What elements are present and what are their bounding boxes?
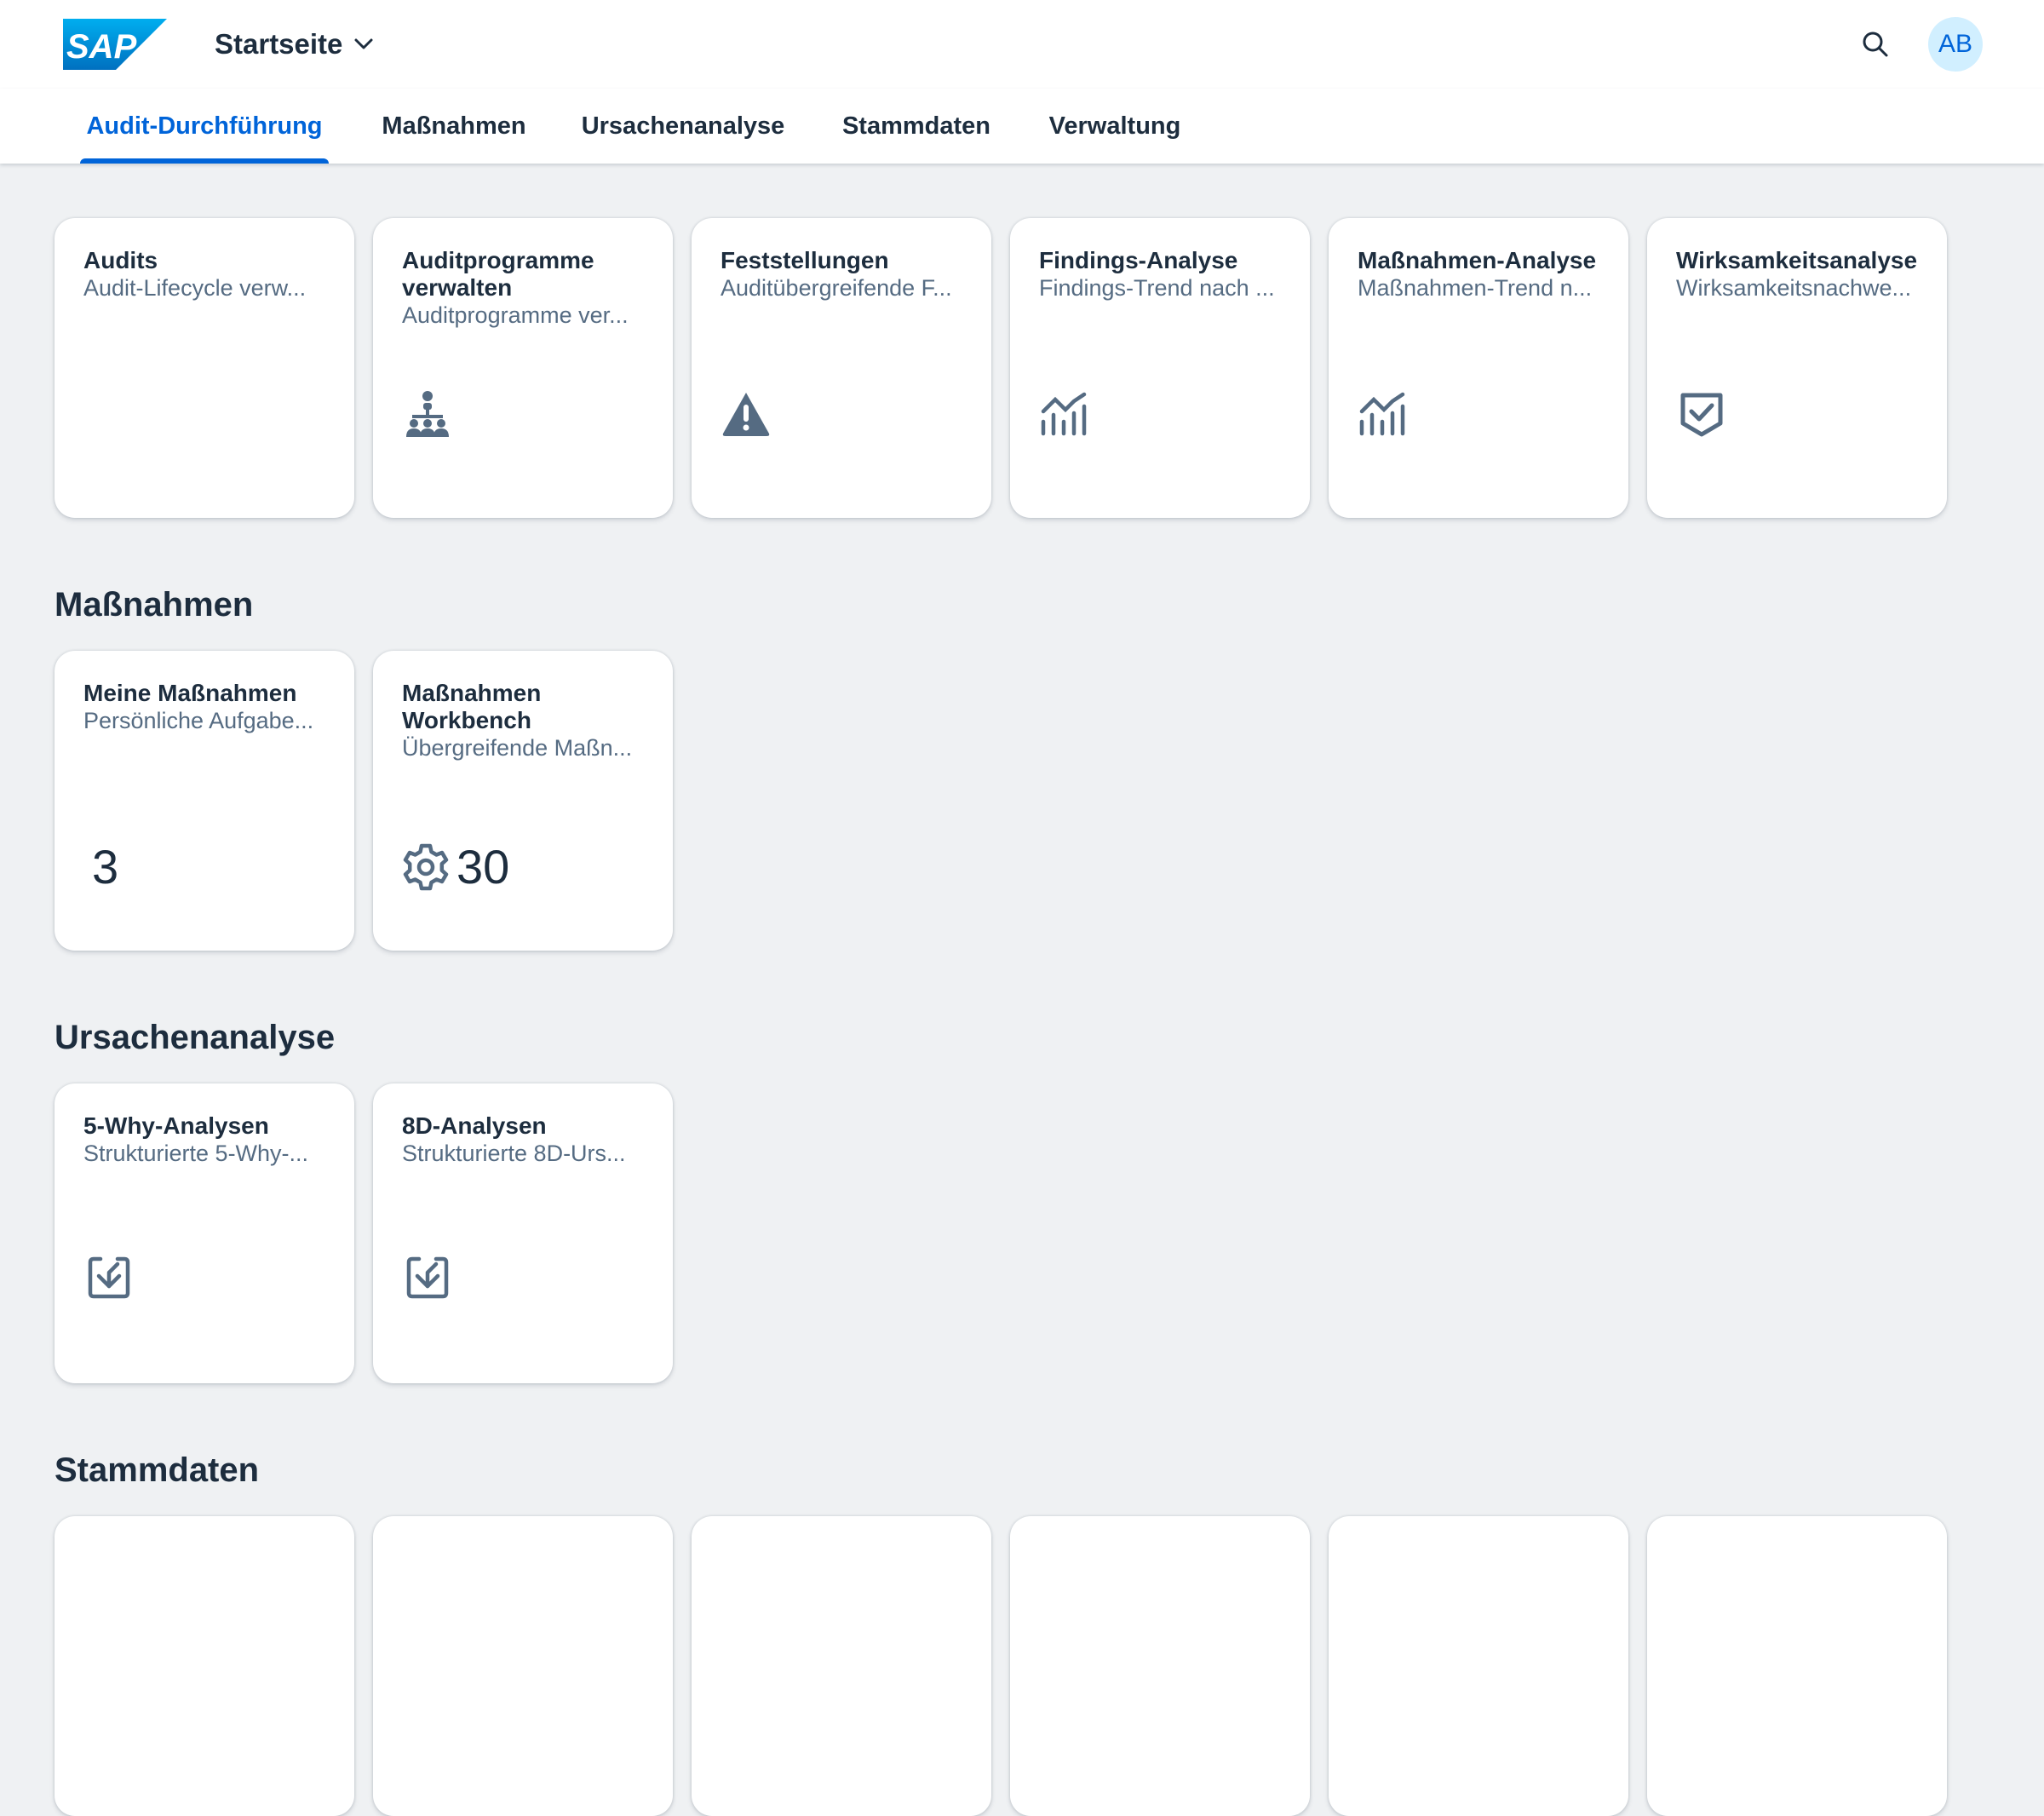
tile-auditprogramme[interactable]: Auditprogramme verwalten Auditprogramme … [373,218,673,518]
tile-title: 5-Why-Analysen [83,1112,269,1139]
sap-logo[interactable]: SAP [63,19,167,70]
tile-kpi: 30 [402,835,509,899]
tile-stammdaten-3[interactable] [692,1516,991,1816]
home-title-menu[interactable]: Startseite [215,27,373,61]
space-tab-bar: Audit-Durchführung Maßnahmen Ursachenana… [0,89,2044,164]
tile-stammdaten-4[interactable] [1010,1516,1310,1816]
search-button[interactable] [1857,26,1894,63]
kpi-value: 30 [456,840,510,894]
avatar-initials: AB [1938,30,1973,58]
section-title-ursachenanalyse: Ursachenanalyse [55,1019,336,1056]
tab-verwaltung[interactable]: Verwaltung [1046,89,1184,164]
tile-subtitle: Strukturierte 5-Why-... [83,1141,309,1166]
sap-logo-text: SAP [66,28,137,66]
section-title-massnahmen: Maßnahmen [55,586,254,624]
tile-subtitle: Findings-Trend nach ... [1039,275,1275,301]
search-icon [1863,32,1888,57]
trend-chart-icon [1358,388,1409,440]
tile-subtitle: Wirksamkeitsnachwe... [1676,275,1912,301]
tile-subtitle: Maßnahmen-Trend n... [1358,275,1593,301]
tile-8d-analysen[interactable]: 8D-Analysen Strukturierte 8D-Urs... [373,1083,673,1383]
tab-massnahmen[interactable]: Maßnahmen [378,89,530,164]
tab-ursachenanalyse[interactable]: Ursachenanalyse [581,89,785,164]
tile-title: Audits [83,247,158,273]
tile-stammdaten-2[interactable] [373,1516,673,1816]
tile-subtitle: Audit-Lifecycle verw... [83,275,307,301]
tab-label: Verwaltung [1048,112,1181,140]
tab-label: Stammdaten [841,112,991,140]
warning-icon [721,388,772,440]
tile-stammdaten-5[interactable] [1329,1516,1628,1816]
inbox-download-icon [402,1252,453,1303]
tile-title: Meine Maßnahmen [83,680,297,706]
tile-title: Findings-Analyse [1039,247,1238,273]
tab-label: Maßnahmen [382,112,526,140]
tab-stammdaten[interactable]: Stammdaten [840,89,993,164]
gear-icon [403,843,449,891]
tile-massnahmen-analyse[interactable]: Maßnahmen-Analyse Maßnahmen-Trend n... [1329,218,1628,518]
shield-check-icon [1676,388,1727,440]
shell-bar: SAP Startseite AB [0,0,2044,89]
kpi-value: 3 [92,840,119,894]
user-avatar[interactable]: AB [1928,17,1983,72]
tile-title: Wirksamkeitsanalyse [1676,247,1918,273]
tile-title: Maßnahmen Workbench [402,680,542,733]
page-content: Audits Audit-Lifecycle verw... Auditprog… [0,164,2044,1816]
tile-massnahmen-workbench[interactable]: Maßnahmen Workbench Übergreifende Maßn..… [373,651,673,951]
tile-subtitle: Auditübergreifende F... [721,275,952,301]
tile-5-why-analysen[interactable]: 5-Why-Analysen Strukturierte 5-Why-... [55,1083,354,1383]
tile-subtitle: Strukturierte 8D-Urs... [402,1141,626,1166]
tile-audits[interactable]: Audits Audit-Lifecycle verw... [55,218,354,518]
tab-audit-durchfuehrung[interactable]: Audit-Durchführung [80,89,329,164]
chevron-down-icon [354,38,373,49]
inbox-download-icon [83,1252,135,1303]
tab-label: Ursachenanalyse [581,112,785,140]
section-title-stammdaten: Stammdaten [55,1451,260,1489]
tile-wirksamkeitsanalyse[interactable]: Wirksamkeitsanalyse Wirksamkeitsnachwe..… [1647,218,1947,518]
tile-title: Maßnahmen-Analyse [1358,247,1597,273]
tile-stammdaten-6[interactable] [1647,1516,1947,1816]
tile-title: 8D-Analysen [402,1112,547,1139]
tile-subtitle: Persönliche Aufgabe... [83,708,314,733]
tab-label: Audit-Durchführung [86,112,323,140]
trend-chart-icon [1039,388,1090,440]
home-title-label: Startseite [215,28,343,60]
tile-title: Feststellungen [721,247,889,273]
tile-subtitle: Übergreifende Maßn... [402,735,633,761]
tile-title: Auditprogramme verwalten [402,247,594,301]
tile-subtitle: Auditprogramme ver... [402,302,629,328]
tile-meine-massnahmen[interactable]: Meine Maßnahmen Persönliche Aufgabe... 3 [55,651,354,951]
org-chart-icon [402,388,453,440]
tile-feststellungen[interactable]: Feststellungen Auditübergreifende F... [692,218,991,518]
tile-findings-analyse[interactable]: Findings-Analyse Findings-Trend nach ... [1010,218,1310,518]
tile-kpi: 3 [92,835,118,899]
tile-stammdaten-1[interactable] [55,1516,354,1816]
